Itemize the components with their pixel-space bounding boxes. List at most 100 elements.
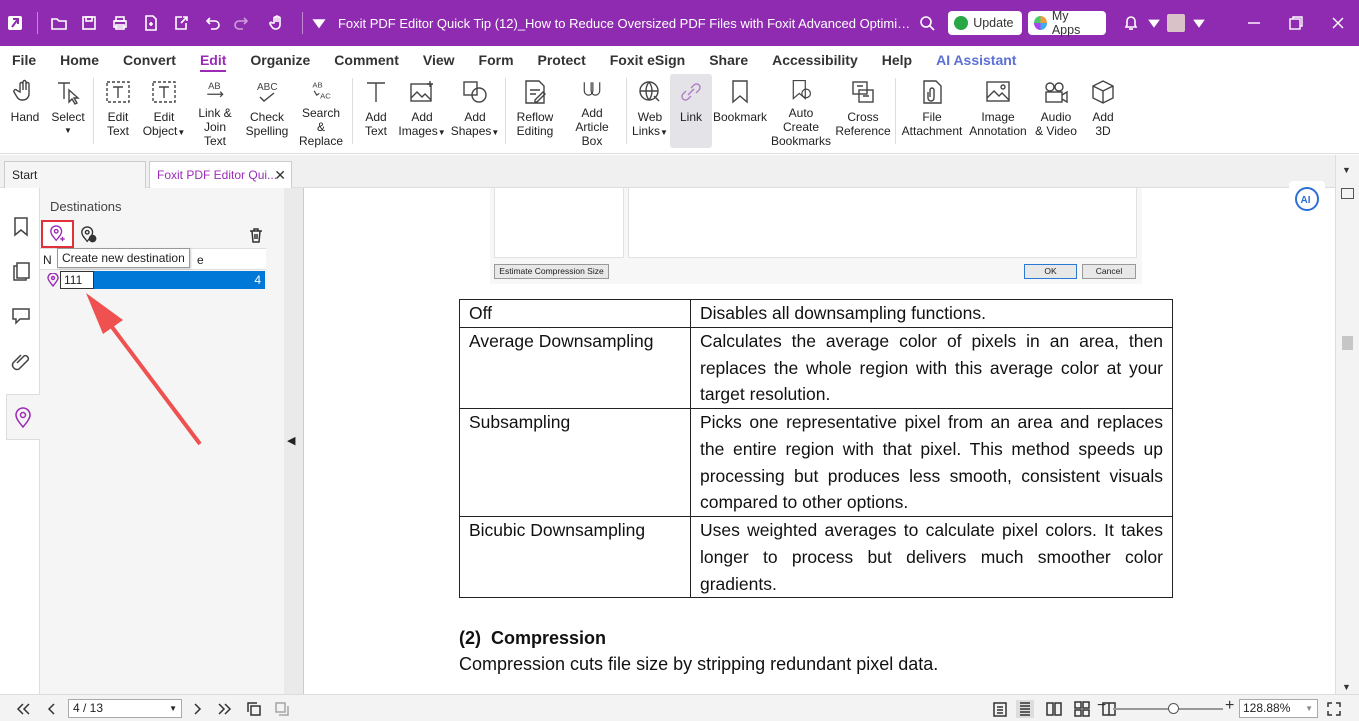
open-folder-icon[interactable] [44, 0, 75, 46]
dropdown-icon[interactable] [1191, 0, 1207, 46]
table-row: Subsampling Picks one representative pix… [459, 408, 1173, 518]
scroll-up-icon[interactable]: ▼ [1342, 165, 1351, 175]
zoom-slider-thumb[interactable] [1167, 703, 1179, 714]
menu-help[interactable]: Help [870, 46, 924, 74]
dropdown-icon[interactable] [1146, 0, 1162, 46]
menu-accessibility[interactable]: Accessibility [760, 46, 870, 74]
add-shapes-button[interactable]: Add Shapes▼ [448, 74, 502, 148]
tab-document[interactable]: Foxit PDF Editor Qui... ✕ [149, 161, 292, 188]
tab-start[interactable]: Start [4, 161, 146, 188]
delete-destination-button[interactable] [247, 226, 265, 244]
create-destination-button[interactable] [41, 220, 74, 248]
destination-name-editor[interactable]: 111 [60, 271, 94, 289]
scroll-down-icon[interactable]: ▼ [1342, 682, 1351, 692]
my-apps-button[interactable]: My Apps [1027, 9, 1106, 37]
chevron-down-icon[interactable]: ▼ [169, 700, 177, 717]
single-page-view-icon[interactable] [991, 700, 1009, 718]
add-3d-button[interactable]: Add 3D [1081, 74, 1125, 148]
select-button[interactable]: Select ▼ [46, 74, 90, 148]
destination-row[interactable]: 111 4 [40, 271, 265, 289]
continuous-facing-view-icon[interactable] [1073, 700, 1091, 718]
menu-share[interactable]: Share [697, 46, 760, 74]
undo-icon[interactable] [197, 0, 228, 46]
first-page-icon[interactable] [14, 700, 32, 718]
audio-video-icon [1045, 82, 1068, 104]
attachment-icon[interactable] [10, 351, 32, 373]
link-label: Link [679, 110, 702, 124]
destinations-tab[interactable] [6, 394, 41, 440]
export-icon[interactable] [166, 0, 197, 46]
page-input[interactable]: 4 / 13 ▼ [68, 699, 182, 718]
search-icon[interactable] [912, 0, 943, 46]
edit-object-button[interactable]: Edit Object▼ [139, 74, 189, 148]
column-page-header[interactable]: e [197, 253, 204, 267]
menu-convert[interactable]: Convert [111, 46, 188, 74]
column-name-header[interactable]: N [43, 253, 52, 267]
avatar[interactable] [1162, 0, 1191, 46]
add-images-button[interactable]: Add Images▼ [396, 74, 448, 148]
ai-assistant-floating-button[interactable]: AI [1289, 181, 1325, 217]
dropdown-icon[interactable] [309, 0, 330, 46]
next-view-icon[interactable] [273, 700, 291, 718]
link-join-text-button[interactable]: AB Link & Join Text [189, 74, 241, 148]
image-annotation-button[interactable]: Image Annotation [965, 74, 1031, 148]
menu-comment[interactable]: Comment [322, 46, 411, 74]
foxit-logo-icon[interactable] [0, 0, 31, 46]
vertical-scrollbar[interactable]: ▼ ▼ [1335, 155, 1359, 694]
update-button[interactable]: Update [948, 11, 1022, 35]
web-links-button[interactable]: Web Links▼ [630, 74, 670, 148]
comment-icon[interactable] [10, 304, 32, 326]
zoom-out-button[interactable]: − [1097, 697, 1106, 715]
file-attachment-button[interactable]: File Attachment [899, 74, 965, 148]
print-icon[interactable] [105, 0, 136, 46]
add-article-box-button[interactable]: Add Article Box [561, 74, 623, 148]
bell-icon[interactable] [1116, 0, 1147, 46]
menu-ai-assistant[interactable]: AI Assistant [924, 46, 1028, 74]
chevron-down-icon[interactable]: ▼ [1305, 700, 1313, 717]
save-icon[interactable] [74, 0, 105, 46]
audio-video-button[interactable]: Audio & Video [1031, 74, 1081, 148]
auto-create-bookmarks-button[interactable]: Auto Create Bookmarks [768, 74, 834, 148]
section-paragraph: Compression cuts file size by stripping … [459, 654, 939, 674]
panel-collapse-strip[interactable]: ◀ [284, 188, 304, 694]
close-button[interactable] [1317, 0, 1359, 46]
restore-button[interactable] [1275, 0, 1317, 46]
menu-edit[interactable]: Edit [188, 46, 238, 74]
previous-view-icon[interactable] [245, 700, 263, 718]
minimize-button[interactable] [1233, 0, 1275, 46]
link-button[interactable]: Link [670, 74, 712, 148]
edit-text-button[interactable]: Edit Text [97, 74, 139, 148]
zoom-input[interactable]: 128.88% ▼ [1239, 699, 1318, 718]
reflow-editing-button[interactable]: Reflow Editing [509, 74, 561, 148]
menu-foxit-esign[interactable]: Foxit eSign [598, 46, 697, 74]
next-page-icon[interactable] [188, 700, 206, 718]
bookmark-label: Bookmark [712, 110, 768, 124]
menu-form[interactable]: Form [467, 46, 526, 74]
hand-tool-icon[interactable] [258, 0, 296, 46]
add-text-button[interactable]: Add Text [356, 74, 396, 148]
close-tab-icon[interactable]: ✕ [274, 162, 286, 188]
menu-view[interactable]: View [411, 46, 467, 74]
check-spelling-button[interactable]: ABC Check Spelling [241, 74, 293, 148]
scroll-thumb[interactable] [1342, 336, 1353, 350]
previous-page-icon[interactable] [43, 700, 61, 718]
menu-file[interactable]: File [0, 46, 48, 74]
menu-organize[interactable]: Organize [238, 46, 322, 74]
fit-page-icon[interactable] [1341, 188, 1354, 199]
last-page-icon[interactable] [216, 700, 234, 718]
cross-reference-button[interactable]: Cross Reference [834, 74, 892, 148]
bookmark-icon[interactable] [10, 215, 32, 237]
menu-home[interactable]: Home [48, 46, 111, 74]
continuous-view-icon[interactable] [1016, 700, 1034, 718]
fullscreen-icon[interactable] [1325, 700, 1343, 718]
new-file-icon[interactable] [135, 0, 166, 46]
zoom-in-button[interactable]: + [1225, 697, 1234, 715]
hand-button[interactable]: Hand [4, 74, 46, 148]
search-replace-button[interactable]: AB AC Search & Replace [293, 74, 349, 148]
menu-protect[interactable]: Protect [526, 46, 598, 74]
facing-view-icon[interactable] [1045, 700, 1063, 718]
bookmark-button[interactable]: Bookmark [712, 74, 768, 148]
redo-icon[interactable] [227, 0, 258, 46]
pages-icon[interactable] [10, 260, 32, 282]
destination-settings-button[interactable] [80, 226, 98, 244]
